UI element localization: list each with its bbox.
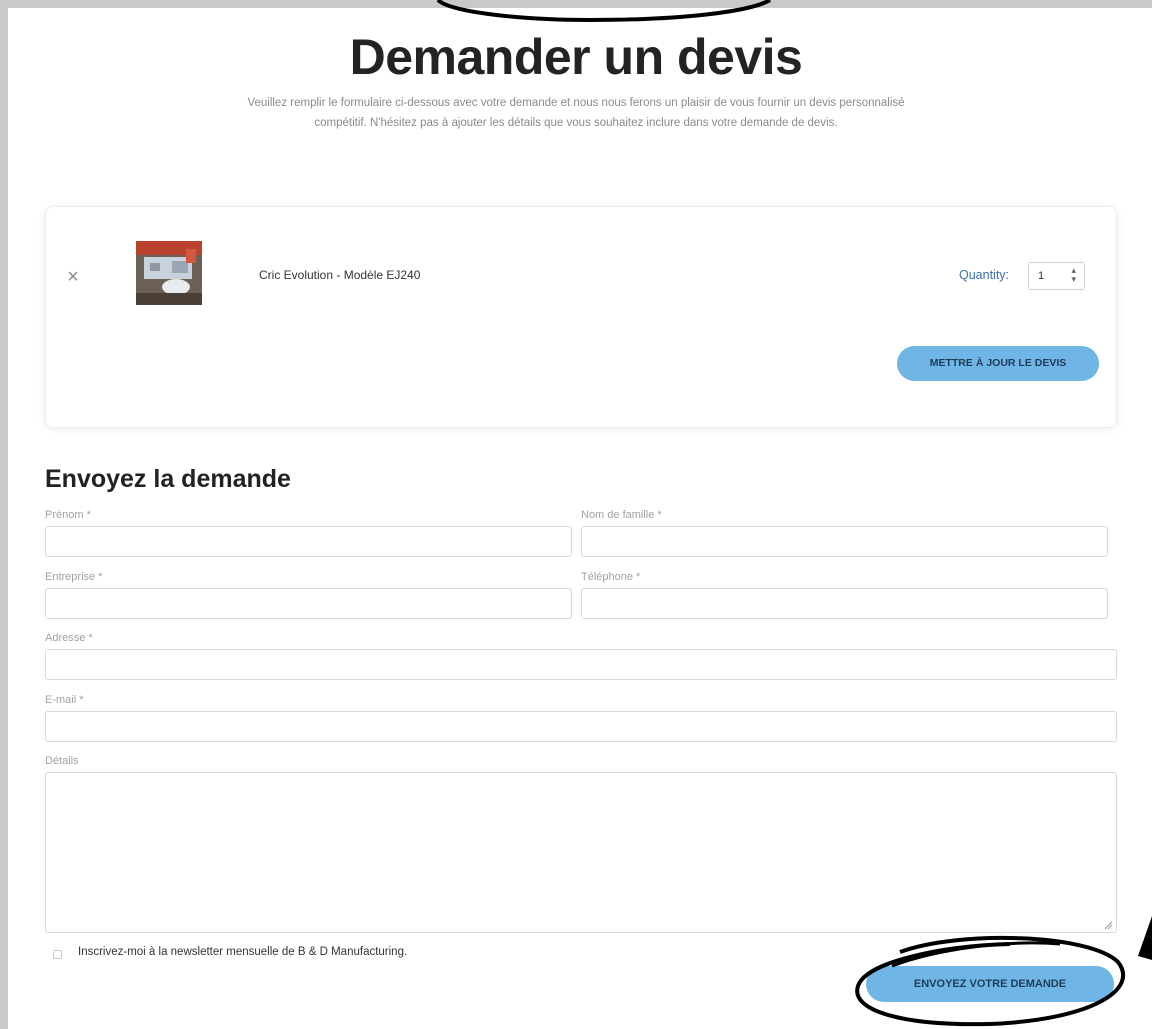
quantity-value: 1 [1038,270,1045,282]
stepper-arrows-icon[interactable]: ▴ ▾ [1071,266,1076,284]
update-quote-button[interactable]: METTRE À JOUR LE DEVIS [897,346,1099,381]
product-thumbnail[interactable] [136,241,202,305]
phone-label: Téléphone * [581,571,641,583]
company-field[interactable] [45,588,572,619]
last-name-field[interactable] [581,526,1108,557]
remove-item-icon[interactable]: × [62,266,84,288]
intro-text: Veuillez remplir le formulaire ci-dessou… [247,97,905,129]
quote-item-card [45,206,1117,428]
form-title: Envoyez la demande [45,465,291,493]
details-label: Détails [45,755,79,767]
details-textarea[interactable] [45,772,1117,933]
resize-handle-icon[interactable] [1104,921,1113,930]
submit-request-button[interactable]: ENVOYEZ VOTRE DEMANDE [866,966,1114,1002]
newsletter-checkbox[interactable] [53,950,62,959]
first-name-label: Prénom * [45,509,91,521]
first-name-field[interactable] [45,526,572,557]
email-field[interactable] [45,711,1117,742]
email-label: E-mail * [45,694,84,706]
page-title: Demander un devis [349,29,803,85]
quantity-label: Quantity: [959,268,1010,282]
last-name-label: Nom de famille * [581,509,662,521]
product-name[interactable]: Cric Evolution - Modèle EJ240 [259,268,420,282]
phone-field[interactable] [581,588,1108,619]
address-label: Adresse * [45,632,93,644]
quantity-stepper[interactable]: 1 ▴ ▾ [1028,262,1085,290]
company-label: Entreprise * [45,571,103,583]
address-field[interactable] [45,649,1117,680]
newsletter-label[interactable]: Inscrivez-moi à la newsletter mensuelle … [78,946,407,958]
